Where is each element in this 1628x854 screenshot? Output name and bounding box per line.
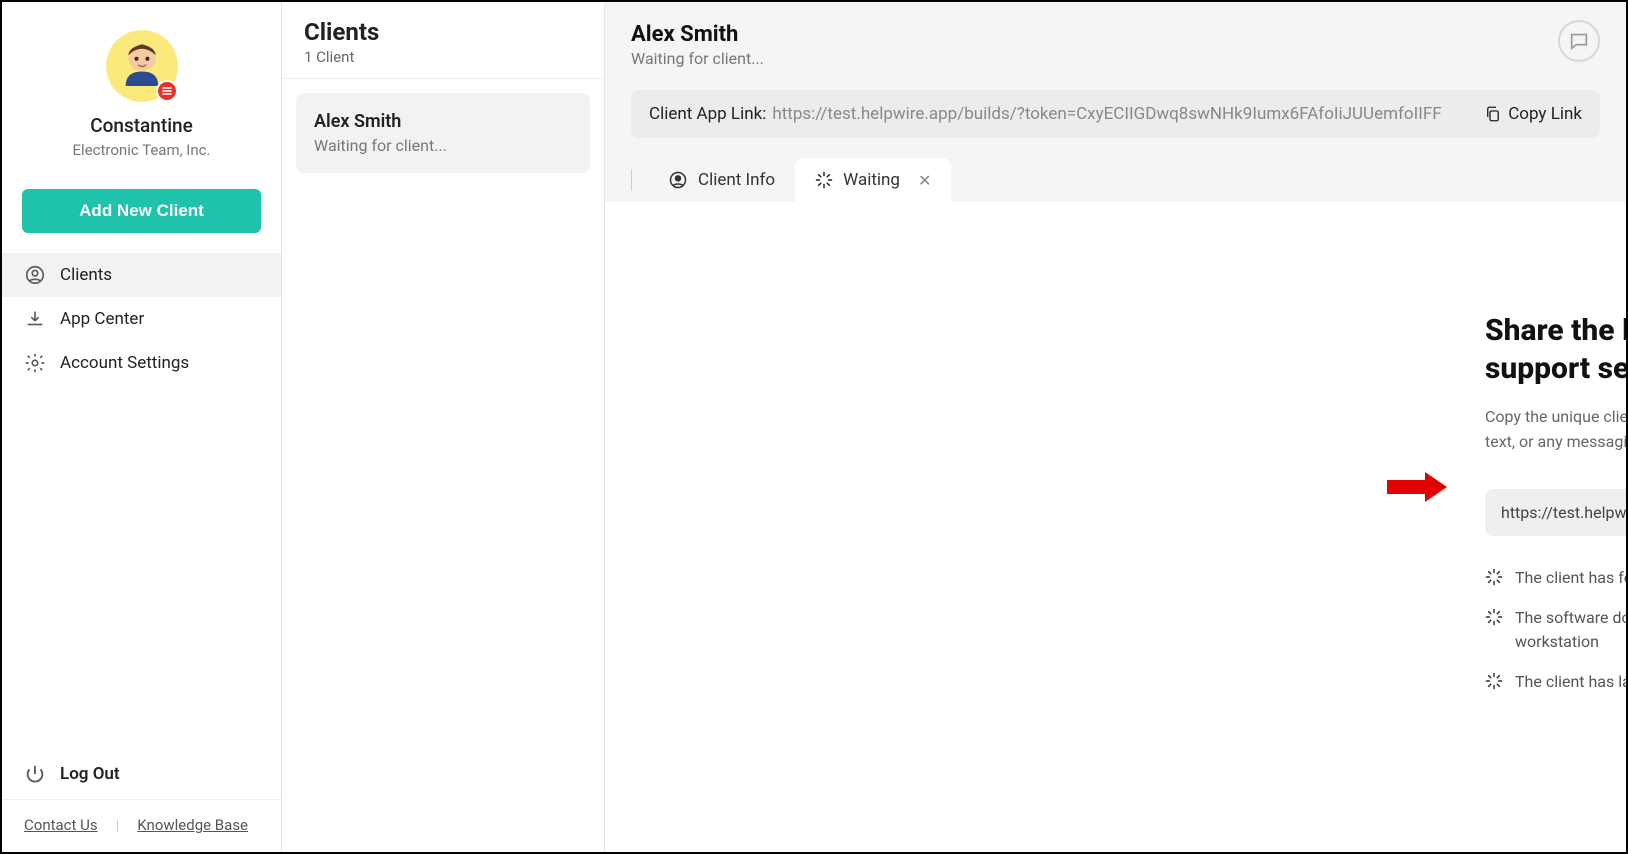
profile-name: Constantine bbox=[22, 114, 261, 137]
client-card-name: Alex Smith bbox=[314, 111, 572, 132]
app: Constantine Electronic Team, Inc. Add Ne… bbox=[2, 2, 1626, 852]
nav-item-account-settings[interactable]: Account Settings bbox=[2, 341, 281, 385]
tab-client-info[interactable]: Client Info bbox=[648, 158, 795, 202]
main-header: Alex Smith Waiting for client... bbox=[605, 2, 1626, 68]
copy-link-label: Copy Link bbox=[1508, 104, 1582, 124]
nav-item-app-center[interactable]: App Center bbox=[2, 297, 281, 341]
logout-label: Log Out bbox=[60, 764, 120, 784]
clients-title: Clients bbox=[304, 18, 582, 46]
clients-column: Clients 1 Client Alex Smith Waiting for … bbox=[282, 2, 605, 852]
client-subtitle: Waiting for client... bbox=[631, 49, 1600, 68]
contact-us-link[interactable]: Contact Us bbox=[24, 816, 98, 834]
copy-icon bbox=[1484, 105, 1502, 123]
profile-org: Electronic Team, Inc. bbox=[22, 141, 261, 159]
copy-row: https://test.helpwire.app/builds/?token.… bbox=[1485, 489, 1626, 536]
step-item: The client has launched the HelpWire app bbox=[1485, 670, 1626, 694]
steps-list: The client has followed the download lin… bbox=[1485, 566, 1626, 694]
nav: Clients App Center Account Settings bbox=[2, 253, 281, 749]
client-title: Alex Smith bbox=[631, 22, 1600, 47]
chat-icon bbox=[1568, 30, 1590, 52]
tab-label: Waiting bbox=[843, 170, 900, 190]
tab-separator bbox=[631, 169, 632, 191]
knowledge-base-link[interactable]: Knowledge Base bbox=[137, 816, 248, 834]
separator: | bbox=[116, 816, 120, 834]
tab-label: Client Info bbox=[698, 170, 775, 190]
spinner-icon bbox=[1485, 608, 1503, 626]
close-icon[interactable]: ✕ bbox=[918, 171, 931, 190]
user-circle-icon bbox=[24, 264, 46, 286]
client-card[interactable]: Alex Smith Waiting for client... bbox=[296, 93, 590, 173]
avatar-badge-icon bbox=[156, 80, 178, 102]
share-title: Share the link to start a remote support… bbox=[1485, 312, 1626, 387]
profile-block: Constantine Electronic Team, Inc. bbox=[2, 2, 281, 175]
link-bar-url[interactable]: https://test.helpwire.app/builds/?token=… bbox=[772, 104, 1468, 124]
link-bar-label: Client App Link: bbox=[649, 104, 766, 124]
token-box[interactable]: https://test.helpwire.app/builds/?token.… bbox=[1485, 489, 1626, 536]
content-area: Share the link to start a remote support… bbox=[605, 202, 1626, 852]
nav-label: App Center bbox=[60, 309, 144, 329]
nav-label: Account Settings bbox=[60, 353, 189, 373]
client-app-link-bar: Client App Link: https://test.helpwire.a… bbox=[631, 90, 1600, 138]
arrow-annotation-icon bbox=[1385, 470, 1449, 504]
step-item: The client has followed the download lin… bbox=[1485, 566, 1626, 590]
footer-links: Contact Us | Knowledge Base bbox=[2, 799, 281, 852]
add-new-client-button[interactable]: Add New Client bbox=[22, 189, 261, 233]
step-item: The software download has been started o… bbox=[1485, 606, 1626, 654]
copy-link-button[interactable]: Copy Link bbox=[1484, 104, 1582, 124]
step-text: The client has followed the download lin… bbox=[1515, 566, 1626, 590]
logout-button[interactable]: Log Out bbox=[2, 749, 281, 799]
tabs: Client Info Waiting ✕ bbox=[631, 158, 1600, 202]
spinner-icon bbox=[1485, 568, 1503, 586]
nav-label: Clients bbox=[60, 265, 112, 285]
share-description: Copy the unique client app link and send… bbox=[1485, 405, 1626, 455]
client-card-status: Waiting for client... bbox=[314, 136, 572, 155]
nav-item-clients[interactable]: Clients bbox=[2, 253, 281, 297]
download-icon bbox=[24, 308, 46, 330]
step-text: The software download has been started o… bbox=[1515, 606, 1626, 654]
spinner-icon bbox=[1485, 672, 1503, 690]
chat-button[interactable] bbox=[1558, 20, 1600, 62]
step-text: The client has launched the HelpWire app bbox=[1515, 670, 1626, 694]
main: Alex Smith Waiting for client... Client … bbox=[605, 2, 1626, 852]
sidebar: Constantine Electronic Team, Inc. Add Ne… bbox=[2, 2, 282, 852]
spinner-icon bbox=[815, 171, 833, 189]
clients-header: Clients 1 Client bbox=[282, 2, 604, 79]
clients-count: 1 Client bbox=[304, 48, 582, 66]
share-block: Share the link to start a remote support… bbox=[1485, 312, 1626, 694]
user-circle-icon bbox=[668, 170, 688, 190]
gear-icon bbox=[24, 352, 46, 374]
tab-waiting[interactable]: Waiting ✕ bbox=[795, 158, 951, 202]
avatar-wrap[interactable] bbox=[106, 30, 178, 102]
power-icon bbox=[24, 763, 46, 785]
